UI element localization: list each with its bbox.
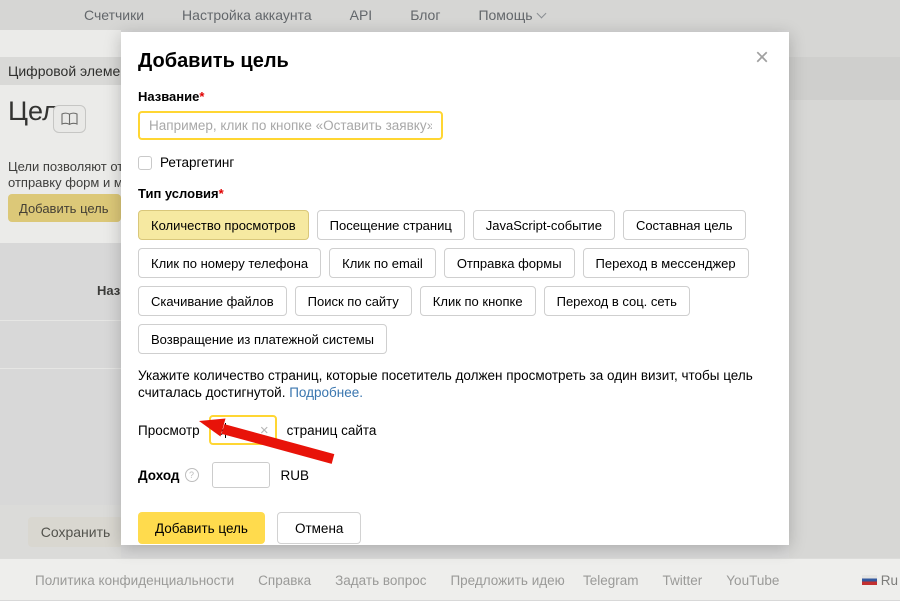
- footer-links: Политика конфиденциальности Справка Зада…: [35, 559, 565, 601]
- nav-item[interactable]: API: [350, 7, 373, 23]
- nav-item[interactable]: Счетчики: [84, 7, 144, 23]
- required-mark: *: [219, 186, 224, 201]
- income-row: Доход ? RUB: [138, 462, 772, 488]
- views-count-input[interactable]: 5 ×: [209, 415, 277, 445]
- condition-type-button[interactable]: Возвращение из платежной системы: [138, 324, 387, 354]
- retargeting-label: Ретаргетинг: [160, 155, 234, 170]
- book-icon: [61, 112, 78, 126]
- views-label: Просмотр: [138, 423, 200, 438]
- condition-type-button[interactable]: Отправка формы: [444, 248, 575, 278]
- condition-type-button[interactable]: Составная цель: [623, 210, 746, 240]
- condition-type-button[interactable]: Клик по номеру телефона: [138, 248, 321, 278]
- cancel-button[interactable]: Отмена: [277, 512, 361, 544]
- page-content-header: Цели Цели позволяют от отправку форм и м…: [0, 85, 121, 243]
- nav-item[interactable]: Настройка аккаунта: [182, 7, 312, 23]
- table-header-name: Назв: [97, 283, 121, 298]
- nav-item-label: API: [350, 7, 373, 23]
- income-label: Доход: [138, 468, 180, 483]
- footer-link[interactable]: Предложить идею: [450, 573, 564, 588]
- goal-name-input[interactable]: [138, 111, 443, 140]
- counter-tab[interactable]: Цифровой элеме: [0, 57, 121, 85]
- condition-type-button[interactable]: Клик по кнопке: [420, 286, 536, 316]
- top-navigation: Счетчики Настройка аккаунта API Блог Пом…: [0, 0, 900, 30]
- close-icon[interactable]: ×: [755, 46, 769, 70]
- add-goal-button-background[interactable]: Добавить цель: [8, 194, 121, 222]
- save-button[interactable]: Сохранить: [28, 517, 121, 547]
- social-link[interactable]: Twitter: [663, 573, 703, 588]
- condition-type-button[interactable]: Поиск по сайту: [295, 286, 412, 316]
- more-info-link[interactable]: Подробнее.: [289, 385, 363, 400]
- page-background: [789, 57, 900, 100]
- footer-social-links: Telegram Twitter YouTube: [583, 559, 779, 601]
- locale-label: Ru: [881, 573, 898, 588]
- retargeting-row: Ретаргетинг: [138, 155, 772, 170]
- nav-item-label: Счетчики: [84, 7, 144, 23]
- docs-button[interactable]: [53, 105, 86, 133]
- goals-table-background: Назв Сохранить: [0, 243, 121, 558]
- condition-type-button[interactable]: Количество просмотров: [138, 210, 309, 240]
- currency-label: RUB: [281, 468, 310, 483]
- views-suffix: страниц сайта: [287, 423, 377, 438]
- footer-link[interactable]: Задать вопрос: [335, 573, 426, 588]
- chevron-down-icon: [536, 8, 546, 18]
- views-count-row: Просмотр 5 × страниц сайта: [138, 415, 772, 445]
- page-intro-text: Цели позволяют от отправку форм и м: [8, 159, 121, 191]
- condition-type-button[interactable]: Скачивание файлов: [138, 286, 287, 316]
- required-mark: *: [199, 89, 204, 104]
- name-label: Название*: [138, 89, 772, 104]
- nav-item[interactable]: Блог: [410, 7, 440, 23]
- add-goal-dialog: × Добавить цель Название* Ретаргетинг Ти…: [121, 32, 789, 545]
- language-selector[interactable]: Ru: [862, 559, 898, 601]
- submit-add-goal-button[interactable]: Добавить цель: [138, 512, 265, 544]
- footer-link[interactable]: Политика конфиденциальности: [35, 573, 234, 588]
- nav-item[interactable]: Помощь: [478, 7, 544, 23]
- views-count-value: 5: [217, 423, 225, 438]
- condition-type-button[interactable]: JavaScript-событие: [473, 210, 615, 240]
- nav-item-label: Помощь: [478, 7, 532, 23]
- condition-description: Укажите количество страниц, которые посе…: [138, 367, 762, 401]
- nav-item-label: Настройка аккаунта: [182, 7, 312, 23]
- footer-link[interactable]: Справка: [258, 573, 311, 588]
- table-row-divider: [0, 320, 121, 321]
- income-input[interactable]: [212, 462, 270, 488]
- condition-type-label: Тип условия*: [138, 186, 772, 201]
- dialog-title: Добавить цель: [138, 50, 772, 73]
- footer: Политика конфиденциальности Справка Зада…: [0, 558, 900, 600]
- social-link[interactable]: YouTube: [726, 573, 779, 588]
- table-row-divider: [0, 368, 121, 369]
- help-icon[interactable]: ?: [185, 468, 199, 482]
- russia-flag-icon: [862, 575, 877, 585]
- condition-type-button[interactable]: Клик по email: [329, 248, 436, 278]
- page-background: [789, 100, 900, 558]
- condition-type-buttons: Количество просмотров Посещение страниц …: [138, 210, 766, 354]
- condition-type-button[interactable]: Переход в соц. сеть: [544, 286, 690, 316]
- clear-icon[interactable]: ×: [260, 423, 269, 438]
- condition-type-button[interactable]: Посещение страниц: [317, 210, 465, 240]
- social-link[interactable]: Telegram: [583, 573, 639, 588]
- nav-item-label: Блог: [410, 7, 440, 23]
- dialog-actions: Добавить цель Отмена: [138, 512, 772, 544]
- condition-type-button[interactable]: Переход в мессенджер: [583, 248, 749, 278]
- page-background: [0, 30, 121, 57]
- text-cursor: [225, 423, 226, 438]
- retargeting-checkbox[interactable]: [138, 156, 152, 170]
- page-background: [789, 30, 900, 57]
